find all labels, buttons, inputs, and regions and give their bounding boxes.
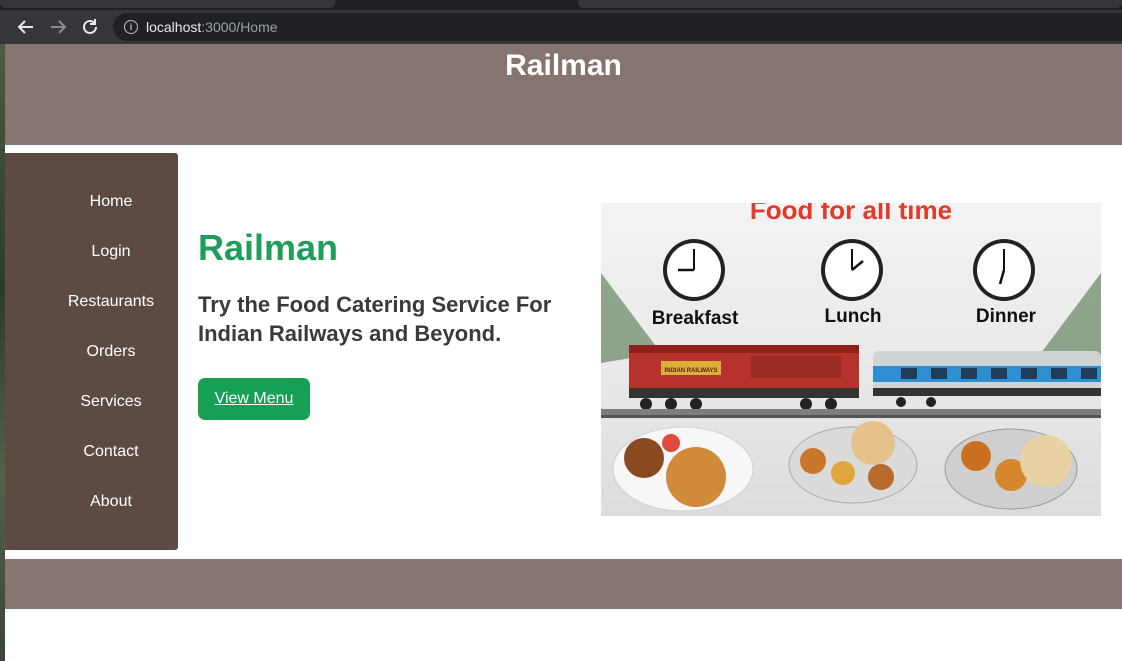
hero-title: Railman [198,227,339,268]
meal-lunch: Lunch [825,306,882,327]
breakfast-clock-icon [663,239,725,301]
sidebar-item-home[interactable]: Home [5,193,217,211]
banner-headline: Food for all time [750,203,952,225]
site-footer [5,559,1122,609]
sidebar-item-contact[interactable]: Contact [5,443,217,461]
browser-tab[interactable] [0,0,335,8]
url-path: :3000/Home [201,19,278,35]
sidebar-item-login[interactable]: Login [5,243,217,261]
sidebar-item-services[interactable]: Services [5,393,217,411]
back-button[interactable] [14,15,38,39]
engine-label: INDIAN RAILWAYS [664,368,717,374]
browser-tab[interactable] [578,0,1122,8]
meal-breakfast: Breakfast [652,308,739,329]
site-header: Railman [5,44,1122,145]
page: Railman Home Login Restaurants Orders Se… [5,44,1122,661]
sidebar-item-restaurants[interactable]: Restaurants [5,293,217,311]
url-host: localhost [146,19,202,35]
address-bar[interactable]: i localhost:3000/Home [113,13,1122,41]
browser-toolbar: i localhost:3000/Home [0,10,1122,44]
meal-dinner: Dinner [976,306,1037,327]
info-icon[interactable]: i [124,20,138,34]
view-menu-button[interactable]: View Menu [198,378,310,420]
forward-button[interactable] [46,15,70,39]
browser-tabstrip [0,0,1122,10]
dinner-clock-icon [973,239,1035,301]
food-plates [612,421,1078,512]
banner-illustration: Food for all time Breakfast Lunch Dinner [601,203,1101,516]
arrow-left-icon [17,20,33,34]
sidebar-item-about[interactable]: About [5,493,217,511]
lunch-clock-icon [821,239,883,301]
sidebar-nav: Home Login Restaurants Orders Services C… [5,153,178,550]
hero-subtitle: Try the Food Catering Service For Indian… [198,292,552,346]
food-banner-image: Food for all time Breakfast Lunch Dinner [601,203,1101,516]
reload-button[interactable] [78,15,102,39]
sidebar-item-orders[interactable]: Orders [5,343,217,361]
reload-icon [83,19,97,34]
arrow-right-icon [51,20,67,34]
url-text: localhost:3000/Home [146,19,278,35]
site-title: Railman [505,49,622,82]
